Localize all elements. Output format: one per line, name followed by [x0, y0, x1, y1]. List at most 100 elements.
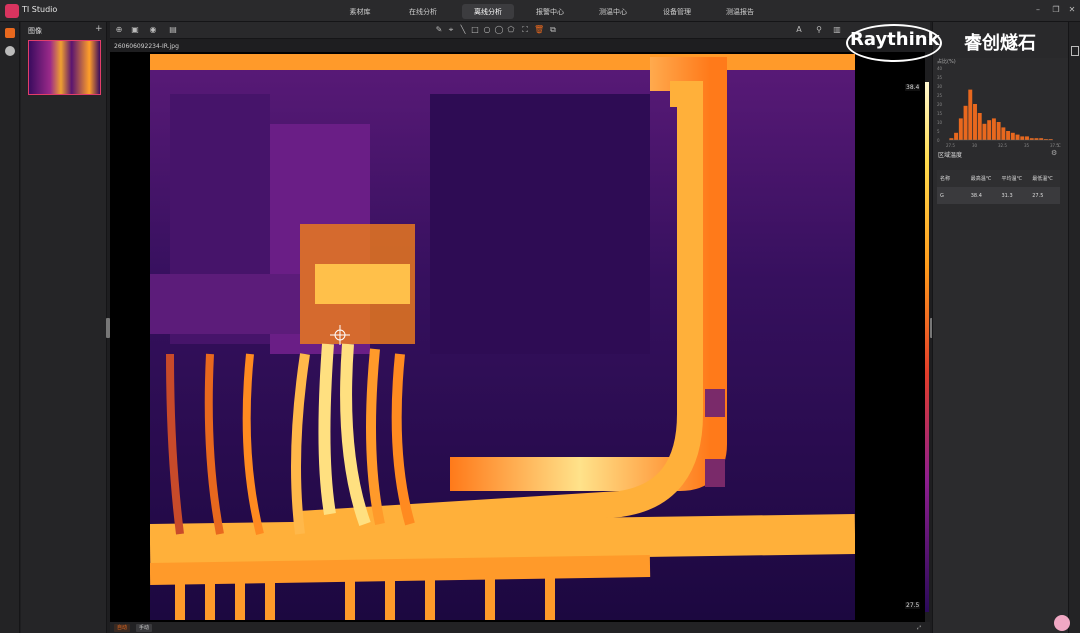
panel-title: 图像 — [28, 27, 42, 35]
scale-max-label: 38.4 — [905, 84, 921, 91]
font-icon[interactable]: A — [794, 25, 804, 35]
right-rail — [1068, 22, 1080, 633]
analysis-panel: 占比(%) 40 35 30 25 20 15 10 5 0 27.5 30 32.5 35 37.5 °C… — [932, 22, 1069, 633]
display-icon[interactable]: ▥ — [832, 25, 842, 35]
ellipse-tool-icon[interactable]: ◯ — [494, 25, 504, 35]
notes-icon[interactable] — [1071, 46, 1079, 56]
histogram-bar — [1025, 136, 1029, 140]
tab-alarm-center[interactable]: 报警中心 — [530, 4, 570, 19]
histogram-bar — [949, 138, 954, 140]
settings-icon[interactable]: ⚙ — [1051, 149, 1057, 157]
histogram-bar — [982, 123, 987, 140]
cell-max: 38.4 — [970, 192, 982, 199]
delete-icon[interactable]: 🗑 — [534, 25, 544, 35]
histogram-bar — [977, 113, 982, 140]
thermal-image-viewer[interactable] — [110, 52, 925, 622]
header-avg: 平均温℃ — [1001, 176, 1023, 182]
y-tick-label: 30 — [937, 84, 943, 89]
histogram-bar — [1006, 131, 1011, 140]
play-icon[interactable] — [5, 46, 15, 56]
close-icon[interactable]: ✕ — [1066, 4, 1078, 16]
image-adjust-icon[interactable]: ▣ — [130, 25, 140, 35]
histogram-bar — [958, 118, 963, 140]
circle-tool-icon[interactable]: ○ — [482, 25, 492, 35]
histogram-bar — [991, 118, 996, 140]
y-tick-label: 5 — [937, 129, 940, 134]
tab-device-management[interactable]: 设备管理 — [657, 4, 697, 19]
cell-min: 27.5 — [1032, 192, 1044, 199]
layout-icon[interactable]: ▤ — [168, 25, 178, 35]
left-rail — [0, 22, 20, 633]
histogram-bar — [996, 122, 1001, 140]
histogram-bar — [1034, 138, 1039, 140]
app-title: TI Studio — [22, 5, 58, 14]
marker-icon[interactable]: ⚲ — [814, 25, 824, 35]
x-tick-label: 27.5 — [946, 143, 955, 148]
bottom-bar: 自动 手动 ⤢ — [110, 622, 930, 633]
image-list-panel: 图像 + — [21, 22, 107, 633]
analysis-toolbar: ⊕ ▣ ◉ ▤ ✎ ⌖ ╲ □ ○ ◯ ⬠ ⛶ 🗑 ⧉ A ⚲ ▥ — [110, 22, 930, 39]
y-tick-label: 40 — [937, 66, 943, 71]
minimize-icon[interactable]: – — [1032, 4, 1044, 16]
zoom-icon[interactable]: ⊕ — [114, 25, 124, 35]
histogram-bar — [1029, 138, 1034, 140]
header-min: 最低温℃ — [1032, 176, 1053, 182]
cell-name: G — [940, 192, 944, 199]
histogram-bar — [1001, 127, 1006, 140]
tab-online-analysis[interactable]: 在线分析 — [403, 4, 443, 19]
histogram-bar — [1039, 138, 1044, 140]
header-name: 名称 — [940, 176, 951, 182]
line-tool-icon[interactable]: ╲ — [458, 25, 468, 35]
point-tool-icon[interactable]: ⌖ — [446, 25, 456, 35]
title-bar: TI Studio 素材库 在线分析 离线分析 报警中心 测温中心 设备管理 测… — [0, 0, 1080, 22]
x-unit-label: °C — [1056, 143, 1061, 148]
x-tick-label: 35 — [1024, 143, 1030, 148]
auto-area-icon[interactable]: ⛶ — [520, 25, 530, 35]
y-tick-label: 25 — [937, 93, 943, 98]
palette-icon[interactable]: ◉ — [148, 25, 158, 35]
tab-report[interactable]: 测温报告 — [720, 4, 760, 19]
thermal-image[interactable] — [150, 54, 855, 620]
restore-icon[interactable]: ❐ — [1050, 4, 1062, 16]
rect-tool-icon[interactable]: □ — [470, 25, 480, 35]
y-tick-label: 15 — [937, 111, 943, 116]
image-filename: 260606092234-IR.jpg — [114, 43, 179, 50]
polygon-tool-icon[interactable]: ⬠ — [506, 25, 516, 35]
region-temperature-table: 名称 最高温℃ 平均温℃ 最低温℃ G 38.4 31.3 27.5 — [937, 170, 1060, 204]
copy-icon[interactable]: ⧉ — [548, 25, 558, 35]
x-tick-label: 30 — [972, 143, 978, 148]
add-image-icon[interactable]: + — [95, 24, 103, 34]
region-temperature-title: 区域温度 — [938, 152, 963, 159]
table-row[interactable]: G 38.4 31.3 27.5 — [937, 187, 1060, 204]
y-tick-label: 35 — [937, 75, 943, 80]
image-thumbnail[interactable] — [28, 40, 101, 95]
y-tick-label: 0 — [937, 138, 940, 143]
manual-mode-button[interactable]: 手动 — [136, 624, 153, 632]
tab-material[interactable]: 素材库 — [340, 4, 380, 19]
histogram-bar — [1010, 132, 1015, 140]
histogram-bar — [973, 104, 977, 140]
fit-screen-icon[interactable]: ⤢ — [914, 624, 924, 632]
temperature-color-bar — [925, 82, 929, 612]
histogram-bar — [987, 120, 992, 140]
brand-name-en: Raythink — [850, 29, 940, 50]
histogram-bar — [954, 132, 959, 140]
app-logo-icon — [5, 4, 19, 18]
edit-icon[interactable]: ✎ — [434, 25, 444, 35]
brand-watermark: Raythink 睿创燧石 — [846, 20, 1054, 62]
histogram-bar — [963, 105, 968, 140]
tab-temperature-center[interactable]: 测温中心 — [593, 4, 633, 19]
y-tick-label: 20 — [937, 102, 943, 107]
assistant-avatar[interactable] — [1054, 615, 1070, 631]
temperature-scale: 38.4 27.5 — [905, 82, 931, 614]
offline-analysis-icon[interactable] — [5, 28, 15, 38]
histogram-bar — [1015, 134, 1020, 140]
tab-offline-analysis[interactable]: 离线分析 — [462, 4, 514, 19]
histogram-bar — [968, 89, 973, 140]
auto-mode-button[interactable]: 自动 — [114, 624, 131, 632]
histogram-chart: 403530252015105027.5 30 32.5 35 37.5°C — [937, 66, 1061, 148]
cell-avg: 31.3 — [1001, 192, 1013, 199]
table-header: 名称 最高温℃ 平均温℃ 最低温℃ — [937, 170, 1060, 187]
x-tick-label: 32.5 — [998, 143, 1007, 148]
y-tick-label: 10 — [937, 120, 943, 125]
